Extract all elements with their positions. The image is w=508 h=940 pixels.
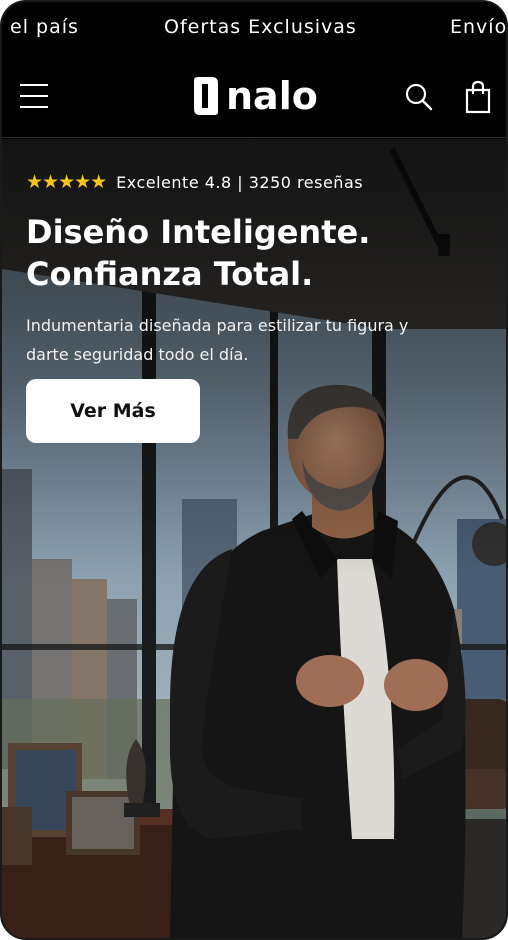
announcement-bar: el país Ofertas Exclusivas Envío (2, 2, 506, 56)
hamburger-menu-icon[interactable] (20, 84, 48, 108)
brand-logo[interactable]: nalo (192, 74, 318, 118)
star-rating-icon: ★★★★★ (26, 171, 107, 193)
announcement-item: Envío (450, 16, 506, 38)
shopping-bag-icon[interactable] (464, 80, 492, 114)
rating-summary: ★★★★★ Excelente 4.8 | 3250 reseñas (26, 171, 363, 193)
subtext-line: Indumentaria diseñada para estilizar tu … (26, 316, 409, 335)
ver-mas-button[interactable]: Ver Más (26, 379, 200, 443)
brand-name: nalo (226, 74, 318, 118)
search-icon[interactable] (404, 82, 434, 112)
headline-line: Diseño Inteligente. (26, 213, 371, 251)
phone-frame: el país Ofertas Exclusivas Envío nalo ★★… (0, 0, 508, 940)
headline-line: Confianza Total. (26, 255, 314, 293)
hero-headline: Diseño Inteligente. Confianza Total. (26, 211, 486, 295)
rating-text: Excelente 4.8 | 3250 reseñas (116, 172, 364, 192)
hero-banner: ★★★★★ Excelente 4.8 | 3250 reseñas Diseñ… (2, 139, 506, 938)
logo-mark-icon (194, 77, 218, 115)
hero-subtext: Indumentaria diseñada para estilizar tu … (26, 311, 486, 369)
announcement-item: Ofertas Exclusivas (164, 16, 357, 38)
announcement-item: el país (10, 16, 79, 38)
site-header: nalo (2, 56, 506, 138)
subtext-line: darte seguridad todo el día. (26, 345, 249, 364)
